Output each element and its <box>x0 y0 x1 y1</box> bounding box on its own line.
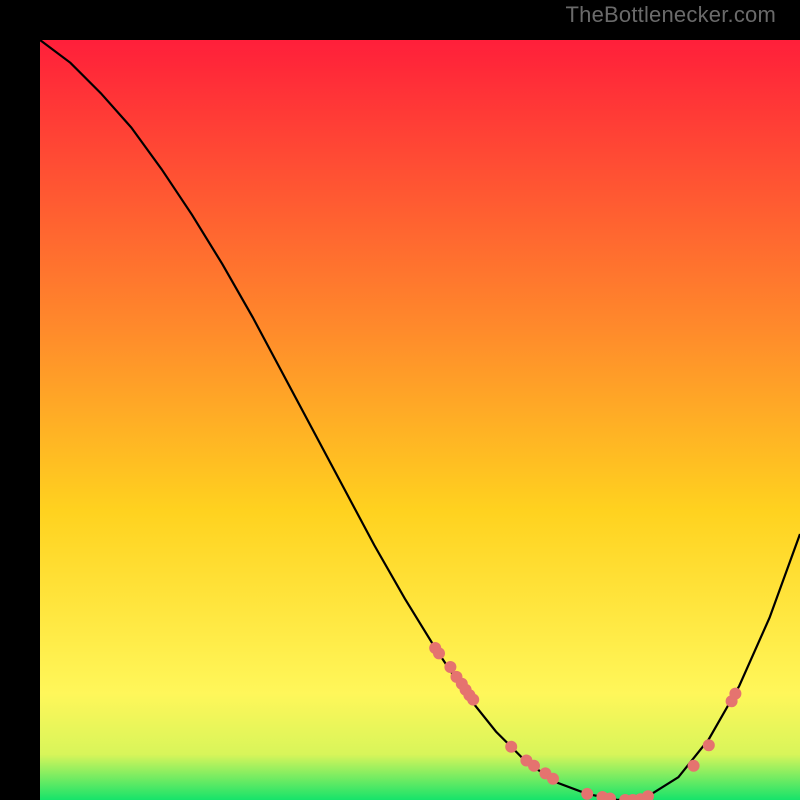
bottleneck-chart <box>40 40 800 800</box>
data-point <box>729 688 741 700</box>
data-point <box>505 741 517 753</box>
data-point <box>703 739 715 751</box>
data-point <box>688 760 700 772</box>
data-point <box>433 647 445 659</box>
chart-frame <box>20 20 780 780</box>
gradient-background <box>40 40 800 800</box>
data-point <box>467 694 479 706</box>
data-point <box>528 760 540 772</box>
data-point <box>547 773 559 785</box>
watermark-text: TheBottlenecker.com <box>566 2 776 28</box>
data-point <box>581 788 593 800</box>
